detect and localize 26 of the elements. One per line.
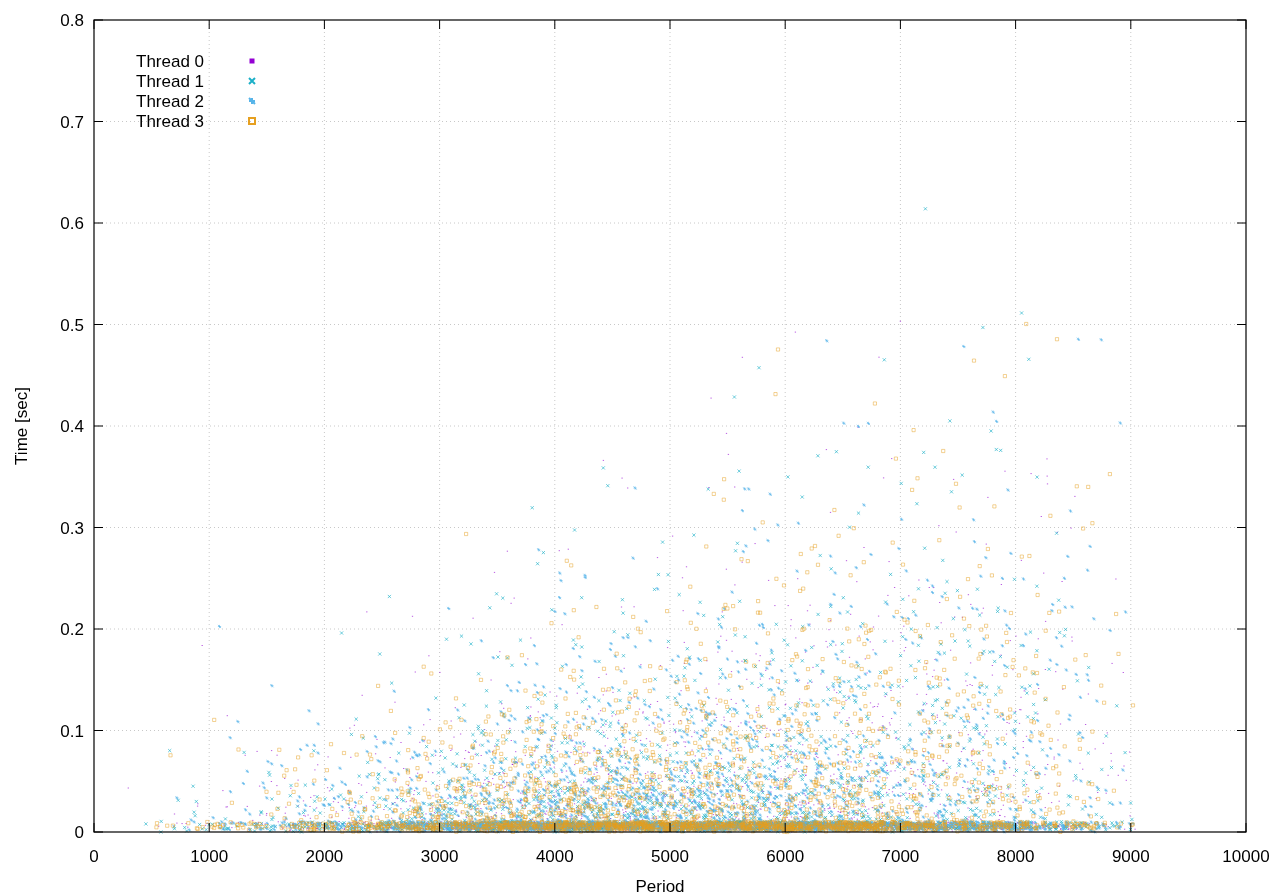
legend-label: Thread 0 bbox=[136, 52, 205, 71]
tick-label: 8000 bbox=[996, 847, 1035, 866]
tick-label: 0 bbox=[89, 847, 99, 866]
tick-label: 4000 bbox=[535, 847, 574, 866]
tick-label: 10000 bbox=[1222, 847, 1270, 866]
tick-label: 0.1 bbox=[60, 721, 84, 741]
tick-label: 0.7 bbox=[60, 112, 84, 132]
tick-label: 0.8 bbox=[60, 11, 84, 30]
axis-label: Period bbox=[635, 877, 685, 896]
tick-label: 0.2 bbox=[60, 620, 84, 639]
tick-label: 3000 bbox=[420, 847, 459, 866]
tick-label: 9000 bbox=[1111, 847, 1150, 866]
tick-label: 0.5 bbox=[60, 315, 84, 335]
tick-label: 1000 bbox=[190, 847, 229, 866]
tick-label: 0 bbox=[74, 823, 84, 842]
tick-label: 5000 bbox=[651, 847, 689, 866]
legend-label: Thread 3 bbox=[136, 112, 205, 131]
tick-label: 0.3 bbox=[60, 518, 84, 538]
tick-label: 0.4 bbox=[60, 417, 84, 436]
tick-label: 6000 bbox=[766, 847, 805, 866]
axis-label: Time [sec] bbox=[12, 387, 31, 465]
legend-label: Thread 1 bbox=[136, 72, 205, 91]
legend-label: Thread 2 bbox=[136, 92, 205, 111]
tick-label: 7000 bbox=[881, 847, 920, 866]
tick-label: 0.6 bbox=[60, 214, 84, 233]
tick-label: 2000 bbox=[305, 847, 344, 866]
